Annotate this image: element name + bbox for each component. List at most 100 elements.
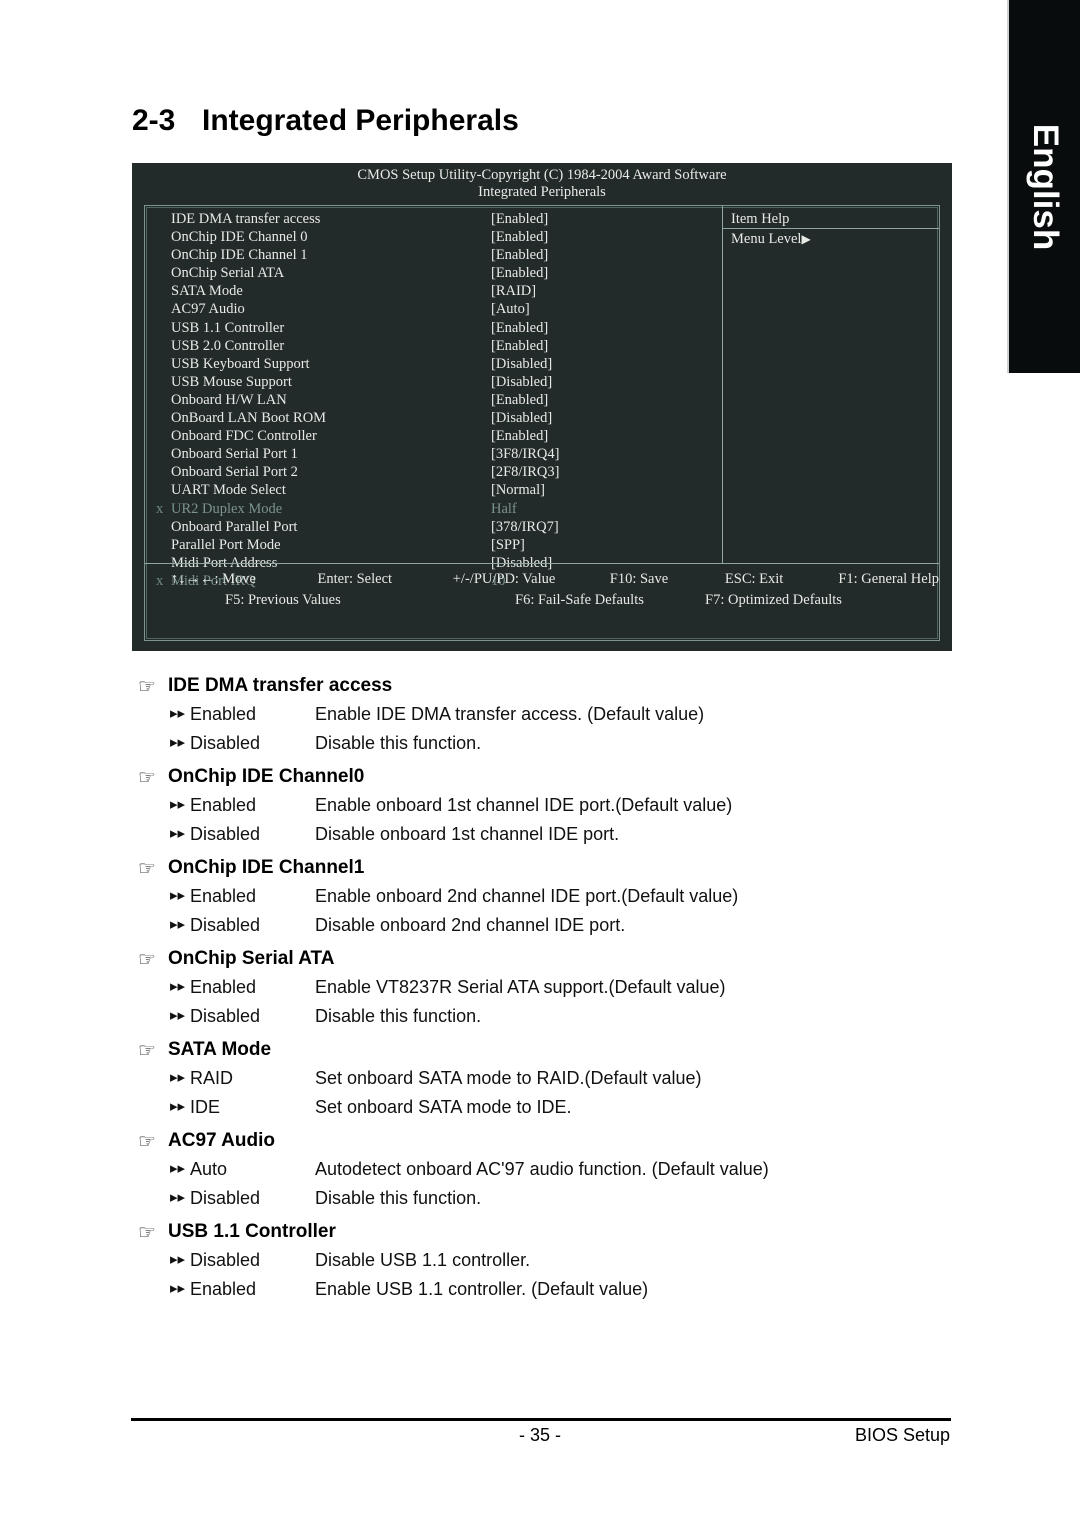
option-value-name: Disabled bbox=[190, 914, 261, 935]
option-title-text: OnChip IDE Channel1 bbox=[168, 857, 365, 878]
option-value-row: ▸▸ Disabled Disable USB 1.1 controller. bbox=[0, 1246, 900, 1275]
bios-setting-label: OnChip IDE Channel 1 bbox=[171, 247, 308, 264]
double-arrow-icon: ▸▸ bbox=[170, 915, 186, 933]
option-value-name: Disabled bbox=[190, 1250, 261, 1270]
option-value-row: ▸▸ Enabled Enable IDE DMA transfer access.… bbox=[0, 700, 900, 729]
bios-setting-value[interactable]: [Enabled] bbox=[491, 228, 548, 246]
bios-setting-row[interactable]: UART Mode Select [Normal] bbox=[145, 481, 722, 499]
bios-setting-row[interactable]: Onboard Serial Port 2 [2F8/IRQ3] bbox=[145, 463, 722, 481]
bios-setting-value[interactable]: [Enabled] bbox=[491, 210, 548, 228]
double-arrow-icon: ▸▸ bbox=[170, 733, 186, 751]
bios-setting-row[interactable]: Parallel Port Mode [SPP] bbox=[145, 536, 722, 554]
bios-setting-value[interactable]: [Disabled] bbox=[491, 409, 552, 427]
bios-setting-value[interactable]: [2F8/IRQ3] bbox=[491, 463, 559, 481]
bios-setting-row[interactable]: Onboard Serial Port 1 [3F8/IRQ4] bbox=[145, 445, 722, 463]
double-arrow-icon: ▸▸ bbox=[170, 1160, 186, 1177]
bios-setting-value[interactable]: [RAID] bbox=[491, 282, 536, 300]
option-value-name: Disabled bbox=[190, 732, 261, 753]
option-value-row: ▸▸ Disabled Disable this function. bbox=[0, 1002, 900, 1031]
option-value-name: Enabled bbox=[190, 704, 257, 724]
option-value-row: ▸▸ Disabled Disable onboard 2nd channel ID… bbox=[0, 911, 900, 940]
key-exit: ESC: Exit bbox=[724, 571, 784, 587]
double-arrow-icon: ▸▸ bbox=[170, 1279, 186, 1297]
bios-setting-row[interactable]: OnBoard LAN Boot ROM [Disabled] bbox=[145, 409, 722, 427]
bios-setting-value[interactable]: [3F8/IRQ4] bbox=[491, 445, 559, 463]
bios-setting-value[interactable]: [Enabled] bbox=[491, 337, 548, 355]
option-value-name: Auto bbox=[190, 1159, 228, 1179]
option-title: ☞ USB 1.1 Controller bbox=[0, 1218, 900, 1246]
bios-setting-row[interactable]: Onboard Parallel Port [378/IRQ7] bbox=[145, 518, 722, 536]
footer-chapter-label: BIOS Setup bbox=[854, 1425, 950, 1445]
option-value-row: ▸▸ Enabled Enable onboard 2nd channel IDE … bbox=[0, 882, 900, 911]
option-title-text: OnChip IDE Channel0 bbox=[168, 766, 365, 787]
option-value-row: ▸▸ Enabled Enable USB 1.1 controller. (Def… bbox=[0, 1275, 900, 1304]
bios-setting-row[interactable]: USB 1.1 Controller [Enabled] bbox=[145, 319, 722, 337]
double-arrow-icon: ▸▸ bbox=[170, 705, 186, 722]
bios-setting-row[interactable]: OnChip IDE Channel 1 [Enabled] bbox=[145, 246, 722, 264]
option-title-text: AC97 Audio bbox=[168, 1130, 275, 1151]
double-arrow-icon: ▸▸ bbox=[170, 796, 186, 813]
bios-copyright-line: CMOS Setup Utility-Copyright (C) 1984-20… bbox=[357, 167, 727, 183]
bios-setting-value[interactable]: [Auto] bbox=[491, 300, 530, 318]
menu-level-label: Menu Level bbox=[731, 231, 802, 247]
option-block: ☞ IDE DMA transfer access ▸▸ Enabled Enable … bbox=[0, 672, 900, 757]
bios-setting-row[interactable]: USB Mouse Support [Disabled] bbox=[145, 373, 722, 391]
option-block: ☞ AC97 Audio ▸▸ Auto Autodetect onboard AC'9… bbox=[0, 1127, 900, 1212]
section-title: Integrated Peripherals bbox=[202, 104, 519, 137]
option-title: ☞ IDE DMA transfer access bbox=[0, 672, 900, 700]
bios-setting-row[interactable]: x UR2 Duplex Mode Half bbox=[145, 500, 722, 518]
option-value-name: RAID bbox=[190, 1068, 234, 1088]
bios-setting-row[interactable]: Onboard H/W LAN [Enabled] bbox=[145, 391, 722, 409]
key-previous-values: F5: Previous Values bbox=[225, 592, 341, 608]
bios-setting-label: USB 1.1 Controller bbox=[171, 319, 285, 336]
pointing-hand-icon: ☞ bbox=[138, 1131, 156, 1153]
option-value-name: Enabled bbox=[190, 795, 257, 815]
bios-setting-value[interactable]: [378/IRQ7] bbox=[491, 518, 559, 536]
bios-setting-value[interactable]: [Disabled] bbox=[491, 355, 552, 373]
chevron-right-icon: ▶ bbox=[801, 232, 811, 246]
bios-key-legend-row-1: ↑↓→←: Move Enter: Select +/-/PU/PD: Valu… bbox=[145, 569, 939, 590]
option-value-name: Enabled bbox=[190, 1278, 257, 1299]
bios-setting-value[interactable]: [SPP] bbox=[491, 536, 525, 554]
bios-setting-value[interactable]: [Disabled] bbox=[491, 373, 552, 391]
option-title-text: SATA Mode bbox=[168, 1039, 272, 1060]
option-title: ☞ AC97 Audio bbox=[0, 1127, 900, 1155]
bios-setting-value[interactable]: [Enabled] bbox=[491, 319, 548, 337]
bios-setting-label: Onboard Parallel Port bbox=[171, 518, 298, 535]
bios-setting-label: Onboard Serial Port 1 bbox=[171, 446, 298, 463]
bios-setting-label: IDE DMA transfer access bbox=[171, 211, 321, 227]
bios-setting-row[interactable]: Onboard FDC Controller [Enabled] bbox=[145, 427, 722, 445]
option-title: ☞ OnChip IDE Channel1 bbox=[0, 854, 900, 882]
double-arrow-icon: ▸▸ bbox=[170, 1188, 186, 1206]
double-arrow-icon: ▸▸ bbox=[170, 1069, 186, 1086]
bios-setting-label: UR2 Duplex Mode bbox=[171, 500, 283, 517]
option-value-name: Enabled bbox=[190, 886, 257, 906]
pointing-hand-icon: ☞ bbox=[138, 949, 156, 971]
option-block: ☞ OnChip IDE Channel1 ▸▸ Enabled Enable onbo… bbox=[0, 854, 900, 939]
bios-setting-row[interactable]: OnChip Serial ATA [Enabled] bbox=[145, 264, 722, 282]
bios-setting-value[interactable]: [Enabled] bbox=[491, 391, 548, 409]
bios-setting-value[interactable]: [Enabled] bbox=[491, 427, 548, 445]
bios-setting-label: OnChip Serial ATA bbox=[171, 265, 285, 282]
option-value-name: Disabled bbox=[190, 1005, 261, 1026]
pointing-hand-icon: ☞ bbox=[138, 1040, 156, 1062]
bios-setting-value[interactable]: [Enabled] bbox=[491, 264, 548, 282]
bios-setting-row[interactable]: USB Keyboard Support [Disabled] bbox=[145, 355, 722, 373]
option-value-name: IDE bbox=[190, 1096, 221, 1117]
key-optimized-defaults: F7: Optimized Defaults bbox=[705, 592, 842, 608]
double-arrow-icon: ▸▸ bbox=[170, 1006, 186, 1024]
bios-setting-row[interactable]: SATA Mode [RAID] bbox=[145, 282, 722, 300]
bios-setting-value[interactable]: [Enabled] bbox=[491, 246, 548, 264]
option-value-row: ▸▸ IDE Set onboard SATA mode to IDE. bbox=[0, 1093, 900, 1122]
bios-setting-row[interactable]: IDE DMA transfer access [Enabled] bbox=[145, 206, 722, 228]
bios-setting-row[interactable]: USB 2.0 Controller [Enabled] bbox=[145, 337, 722, 355]
option-value-name: Disabled bbox=[190, 823, 261, 844]
bios-setting-value[interactable]: [Normal] bbox=[491, 481, 545, 499]
bios-setting-value[interactable]: Half bbox=[491, 500, 517, 518]
bios-setting-label: SATA Mode bbox=[171, 283, 243, 300]
option-value-row: ▸▸ Enabled Enable onboard 1st channel IDE … bbox=[0, 791, 900, 820]
bios-setting-row[interactable]: OnChip IDE Channel 0 [Enabled] bbox=[145, 228, 722, 246]
option-value-row: ▸▸ Disabled Disable this function. bbox=[0, 729, 900, 758]
bios-setting-label: AC97 Audio bbox=[171, 301, 245, 318]
bios-setting-row[interactable]: AC97 Audio [Auto] bbox=[145, 300, 722, 318]
